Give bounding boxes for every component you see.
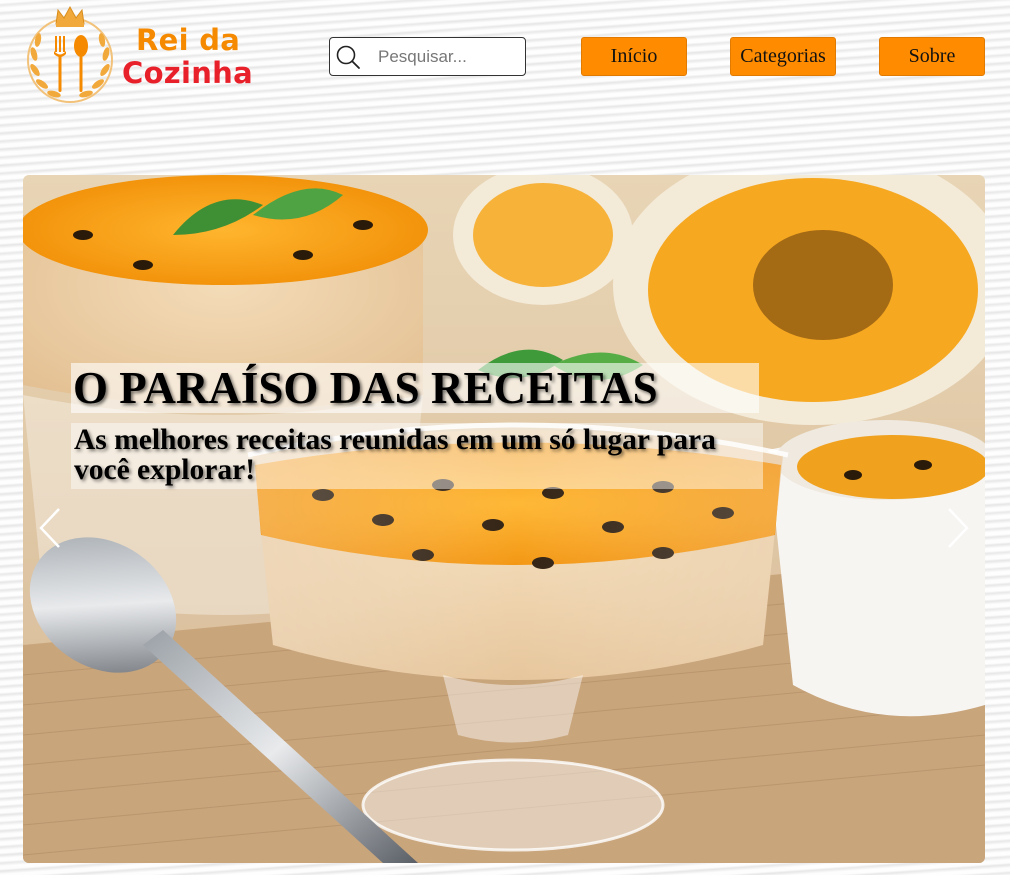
hero-subtitle: As melhores receitas reunidas em um só l… [71,423,763,489]
nav-button-inicio[interactable]: Início [581,37,687,76]
logo-wordmark: Rei da Cozinha [122,24,253,90]
search-input[interactable] [378,43,518,71]
search-icon[interactable] [335,44,361,70]
hero-dessert-image [23,175,985,863]
site-logo[interactable]: Rei da Cozinha [22,4,282,108]
nav-button-sobre[interactable]: Sobre [879,37,985,76]
hero-carousel[interactable]: O PARAÍSO DAS RECEITAS As melhores recei… [23,175,985,863]
logo-line2: Cozinha [122,56,253,90]
chevron-right-icon[interactable] [943,505,973,551]
search-box[interactable] [329,37,526,76]
site-header: Rei da Cozinha Início Categorias Sobre [0,0,1010,118]
logo-line1: Rei da [136,23,241,57]
nav-button-categorias[interactable]: Categorias [730,37,836,76]
chevron-left-icon[interactable] [35,505,65,551]
crown-fork-spoon-emblem-icon [27,5,113,103]
hero-title: O PARAÍSO DAS RECEITAS [71,363,759,413]
